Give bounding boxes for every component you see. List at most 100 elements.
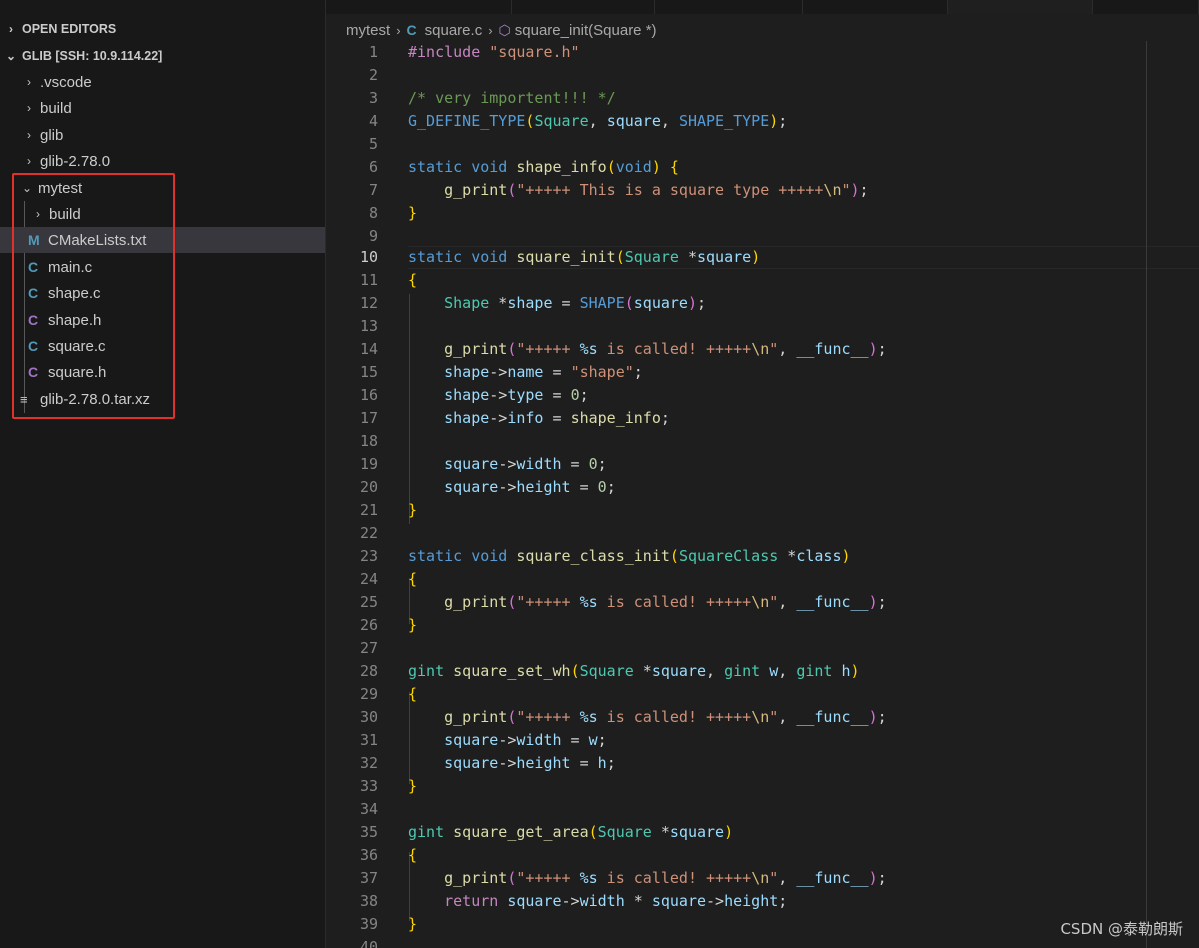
tree-item-label: glib [40, 126, 64, 144]
line-number: 21 [359, 501, 378, 519]
line-number: 31 [359, 731, 378, 749]
editor-tab[interactable] [655, 0, 803, 14]
breadcrumb-file[interactable]: square.c [425, 22, 483, 39]
code-editor[interactable]: 1 #include "square.h" 2 3 /* very import… [326, 41, 1199, 948]
line-number: 32 [359, 754, 378, 772]
editor-tab[interactable] [512, 0, 655, 14]
line-number: 40 [359, 938, 378, 948]
code-line: 22 [326, 522, 1199, 545]
line-number: 14 [359, 340, 378, 358]
code-line: 15 shape->name = "shape"; [326, 361, 1199, 384]
line-number: 1 [368, 43, 378, 61]
code-line: 33 } [326, 775, 1199, 798]
code-line: 27 [326, 637, 1199, 660]
code-line: 9 [326, 225, 1199, 248]
tree-item-label: .vscode [40, 73, 92, 91]
line-number: 24 [359, 570, 378, 588]
line-number: 19 [359, 455, 378, 473]
tree-folder-build[interactable]: › build [0, 95, 325, 121]
chevron-right-icon: › [9, 22, 13, 36]
editor-tab[interactable] [362, 0, 512, 14]
code-line: 1 #include "square.h" [326, 41, 1199, 64]
code-line: 13 [326, 315, 1199, 338]
line-number: 22 [359, 524, 378, 542]
line-number: 34 [359, 800, 378, 818]
line-number: 3 [368, 89, 378, 107]
code-line: 17 shape->info = shape_info; [326, 407, 1199, 430]
code-line: 7 g_print("+++++ This is a square type +… [326, 179, 1199, 202]
breadcrumb: mytest › C square.c › ⬡ square_init(Squa… [346, 19, 657, 41]
code-line: 24 { [326, 568, 1199, 591]
code-text: } [408, 501, 418, 519]
tree-item-label: glib-2.78.0 [40, 152, 111, 170]
code-line: 30 g_print("+++++ %s is called! +++++\n"… [326, 706, 1199, 729]
code-text: #include "square.h" [408, 43, 580, 61]
code-text: g_print("+++++ %s is called! +++++\n", _… [444, 593, 887, 611]
code-text: /* very importent!!! */ [408, 89, 616, 107]
code-line: 18 [326, 430, 1199, 453]
editor-tab[interactable] [1093, 0, 1199, 14]
code-text: square->height = 0; [444, 478, 616, 496]
line-number: 17 [359, 409, 378, 427]
code-text: g_print("+++++ This is a square type +++… [444, 181, 869, 199]
code-text: return square->width * square->height; [444, 892, 788, 910]
code-line: 32 square->height = h; [326, 752, 1199, 775]
watermark: CSDN @泰勒朗斯 [1060, 920, 1183, 938]
tree-item-label: build [40, 99, 72, 117]
line-number: 15 [359, 363, 378, 381]
code-line: 28 gint square_set_wh(Square *square, gi… [326, 660, 1199, 683]
symbol-method-icon: ⬡ [498, 21, 511, 38]
code-line: 16 shape->type = 0; [326, 384, 1199, 407]
code-text: g_print("+++++ %s is called! +++++\n", _… [444, 869, 887, 887]
line-number: 12 [359, 294, 378, 312]
code-text: { [408, 846, 418, 864]
code-line: 26 } [326, 614, 1199, 637]
line-number: 23 [359, 547, 378, 565]
explorer-sidebar: › OPEN EDITORS ⌄ GLIB [SSH: 10.9.114.22]… [0, 0, 325, 948]
code-text: { [408, 271, 418, 289]
line-number: 26 [359, 616, 378, 634]
line-number: 35 [359, 823, 378, 841]
open-editors-section-header[interactable]: › OPEN EDITORS [0, 16, 325, 42]
chevron-right-icon: › [27, 101, 31, 115]
line-number: 13 [359, 317, 378, 335]
chevron-right-icon: › [27, 75, 31, 89]
line-number: 29 [359, 685, 378, 703]
tree-folder-glib[interactable]: › glib [0, 122, 325, 148]
chevron-right-icon: › [396, 22, 401, 38]
code-line: 20 square->height = 0; [326, 476, 1199, 499]
code-text: static void square_init(Square *square) [408, 248, 761, 266]
code-line: 19 square->width = 0; [326, 453, 1199, 476]
code-line: 31 square->width = w; [326, 729, 1199, 752]
tree-folder-vscode[interactable]: › .vscode [0, 69, 325, 95]
line-number: 16 [359, 386, 378, 404]
annotation-highlight-box [12, 173, 175, 419]
tree-folder-glib-2-78-0[interactable]: › glib-2.78.0 [0, 148, 325, 174]
editor-tab-active[interactable] [948, 0, 1093, 14]
code-text: G_DEFINE_TYPE(Square, square, SHAPE_TYPE… [408, 112, 788, 130]
breadcrumb-symbol[interactable]: square_init(Square *) [515, 22, 657, 39]
editor-tab-bar [326, 0, 1199, 14]
code-line: 25 g_print("+++++ %s is called! +++++\n"… [326, 591, 1199, 614]
code-text: Shape *shape = SHAPE(square); [444, 294, 707, 312]
breadcrumb-folder[interactable]: mytest [346, 22, 390, 39]
editor-tab[interactable] [803, 0, 948, 14]
chevron-right-icon: › [488, 22, 493, 38]
code-text: shape->info = shape_info; [444, 409, 670, 427]
workspace-section-header[interactable]: ⌄ GLIB [SSH: 10.9.114.22] [0, 43, 325, 69]
code-text: } [408, 777, 418, 795]
code-line: 29 { [326, 683, 1199, 706]
code-line: 35 gint square_get_area(Square *square) [326, 821, 1199, 844]
chevron-right-icon: › [27, 128, 31, 142]
code-text: shape->name = "shape"; [444, 363, 643, 381]
code-line: 2 [326, 64, 1199, 87]
code-text: } [408, 915, 418, 933]
line-number: 30 [359, 708, 378, 726]
line-number: 28 [359, 662, 378, 680]
code-text: } [408, 616, 418, 634]
line-number: 36 [359, 846, 378, 864]
code-text: square->width = w; [444, 731, 607, 749]
code-text: { [408, 570, 418, 588]
line-number: 25 [359, 593, 378, 611]
line-number: 6 [368, 158, 378, 176]
